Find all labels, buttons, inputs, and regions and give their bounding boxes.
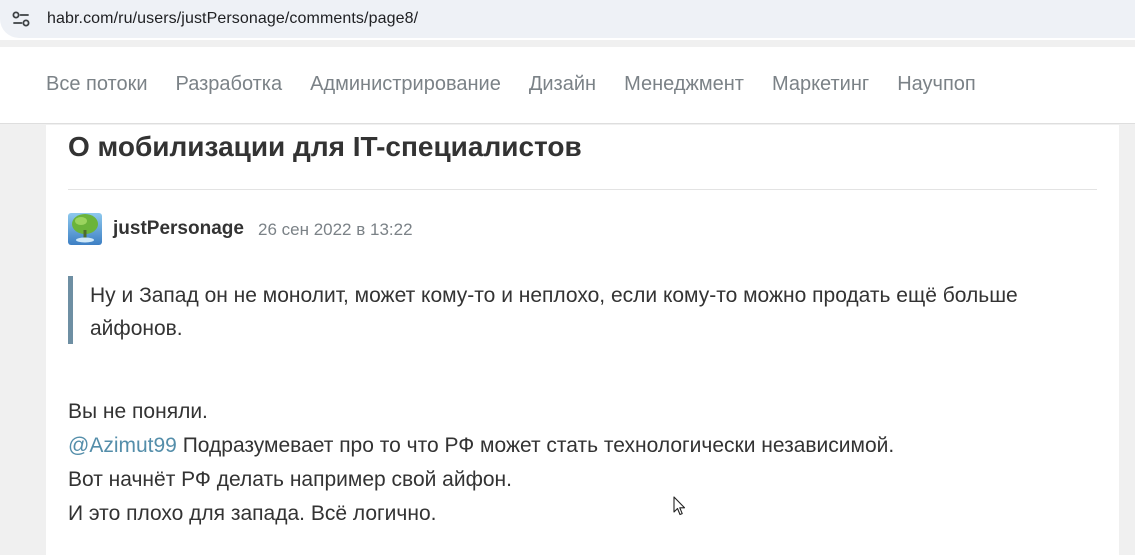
nav-item-design[interactable]: Дизайн [529, 71, 596, 97]
nav-item-popsci[interactable]: Научпоп [897, 71, 976, 97]
comment-author[interactable]: justPersonage [113, 218, 244, 240]
nav-item-development[interactable]: Разработка [176, 71, 283, 97]
comment-body: Вы не поняли. @Azimut99 Подразумевает пр… [68, 395, 1088, 531]
nav-items: Все потоки Разработка Администрирование … [46, 71, 1004, 97]
comment-line: @Azimut99 Подразумевает про то что РФ мо… [68, 429, 1088, 463]
quote-block: Ну и Запад он не монолит, может кому-то … [68, 276, 1048, 344]
comment-date[interactable]: 26 сен 2022 в 13:22 [258, 220, 413, 240]
user-mention-link[interactable]: @Azimut99 [68, 434, 177, 457]
nav-item-all-flows[interactable]: Все потоки [46, 71, 148, 97]
comment-line-text: Подразумевает про то что РФ может стать … [176, 434, 895, 457]
tune-icon[interactable] [9, 7, 33, 31]
post-title[interactable]: О мобилизации для IT-специалистов [68, 131, 582, 163]
url-field[interactable]: habr.com/ru/users/justPersonage/comments… [0, 0, 1135, 38]
nav-item-administration[interactable]: Администрирование [310, 71, 501, 97]
nav-item-marketing[interactable]: Маркетинг [772, 71, 869, 97]
quote-text: Ну и Запад он не монолит, может кому-то … [90, 284, 1018, 340]
avatar[interactable] [68, 213, 102, 245]
comment-line: И это плохо для запада. Всё логично. [68, 502, 437, 525]
mouse-pointer-icon [673, 496, 686, 516]
url-text[interactable]: habr.com/ru/users/justPersonage/comments… [47, 10, 418, 28]
comment-line: Вы не поняли. [68, 400, 208, 423]
browser-address-bar: habr.com/ru/users/justPersonage/comments… [0, 0, 1135, 40]
nav-item-management[interactable]: Менеджмент [624, 71, 744, 97]
comment-card: О мобилизации для IT-специалистов justPe… [46, 125, 1119, 555]
divider [68, 189, 1097, 190]
comment-line: Вот начнёт РФ делать например свой айфон… [68, 468, 512, 491]
flows-nav: Все потоки Разработка Администрирование … [0, 47, 1135, 124]
